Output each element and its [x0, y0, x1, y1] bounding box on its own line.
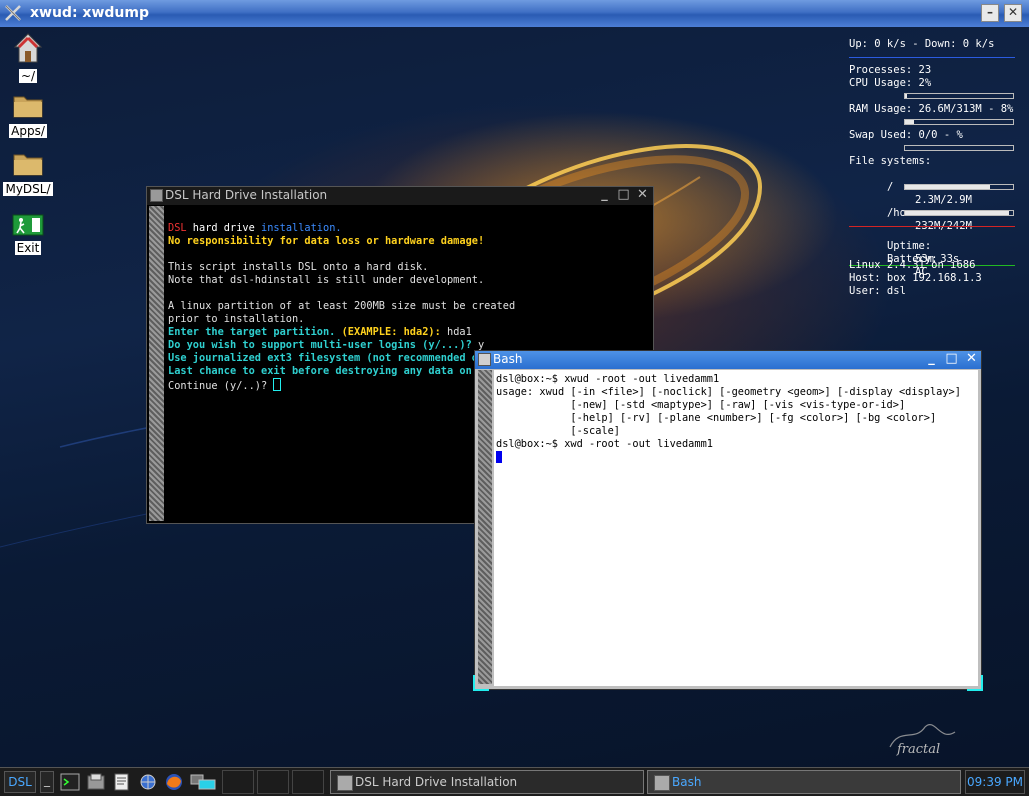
term-line: dsl@box:~$ xwd -root -out livedamm1 — [496, 438, 713, 450]
scrollbar[interactable] — [149, 206, 164, 521]
folder-icon — [13, 154, 43, 176]
fs-header: File systems: — [849, 155, 932, 167]
desktop: ~/ Apps/ MyDSL/ Exit Up: 0 k/s - Down: 0… — [0, 27, 1029, 767]
term-text: Continue (y/..)? — [168, 380, 274, 392]
xwud-title-bar[interactable]: xwud: xwdump – ✕ — [0, 0, 1029, 28]
terminal-icon — [337, 775, 353, 791]
maximize-button[interactable]: □ — [944, 352, 959, 367]
desktop-icon-home[interactable]: ~/ — [3, 32, 53, 83]
desktop-icon-label: Apps/ — [9, 124, 47, 138]
host-info: Host: box 192.168.1.3 — [849, 272, 982, 284]
task-install-window[interactable]: DSL Hard Drive Installation — [330, 770, 644, 794]
text-cursor — [273, 378, 282, 391]
term-text: ): — [428, 326, 448, 338]
term-text: This script installs DSL onto a hard dis… — [168, 261, 429, 273]
processes: Processes: 23 — [849, 64, 932, 76]
term-line: usage: xwud [-in <file>] [-noclick] [-ge… — [496, 386, 961, 398]
terminal-icon — [478, 353, 491, 366]
task-label: Bash — [672, 775, 702, 789]
user-info: User: dsl — [849, 285, 906, 297]
home-icon — [13, 33, 43, 63]
exit-icon — [12, 214, 44, 236]
pager-desktop-3[interactable] — [257, 770, 289, 794]
desktop-icon-label: ~/ — [18, 69, 38, 83]
term-text: Last chance to exit before destroying an… — [168, 365, 485, 377]
term-text: Use journalized ext3 filesystem (not rec… — [168, 352, 485, 364]
fs-root-bar — [904, 184, 1014, 190]
desktop-icon-apps[interactable]: Apps/ — [3, 93, 53, 138]
cpu-bar — [904, 93, 1014, 99]
network-icon[interactable] — [138, 772, 158, 792]
minimize-button[interactable]: – — [981, 4, 999, 22]
terminal-icon — [150, 189, 163, 202]
close-button[interactable]: ✕ — [1004, 4, 1022, 22]
term-line: [-new] [-std <maptype>] [-raw] [-vis <vi… — [496, 399, 906, 411]
bash-terminal[interactable]: dsl@box:~$ xwud -root -out livedamm1 usa… — [494, 370, 978, 686]
wallpaper-signature: fractal — [897, 742, 941, 757]
term-line: [-help] [-rv] [-plane <number>] [-fg <co… — [496, 412, 937, 424]
taskbar: DSL _ DSL Hard Drive Installation Bash 0… — [0, 767, 1029, 796]
close-button[interactable]: ✕ — [964, 352, 979, 367]
bash-window[interactable]: Bash _ □ ✕ dsl@box:~$ xwud -root -out li… — [473, 350, 983, 691]
install-window-title-bar[interactable]: DSL Hard Drive Installation _ □ ✕ — [147, 187, 653, 205]
editor-icon[interactable] — [112, 772, 132, 792]
scrollbar[interactable] — [478, 370, 492, 684]
net-speed: Up: 0 k/s - Down: 0 k/s — [849, 38, 995, 50]
term-text: No responsibility for data loss or hardw… — [168, 235, 485, 247]
term-text: DSL — [168, 222, 187, 234]
ram-bar — [904, 119, 1014, 125]
bash-window-title: Bash — [493, 352, 523, 366]
install-terminal-text: DSL hard drive installation. No responsi… — [168, 222, 515, 393]
terminal-launcher-icon[interactable] — [60, 772, 80, 792]
divider — [849, 57, 1015, 58]
desktop-icon-label: Exit — [14, 241, 42, 255]
minimize-all-button[interactable]: _ — [40, 771, 54, 793]
terminal-icon — [654, 775, 670, 791]
x-logo-icon — [5, 5, 21, 21]
install-window-title: DSL Hard Drive Installation — [165, 188, 328, 202]
resize-handle[interactable] — [473, 675, 489, 691]
term-text: prior to installation. — [168, 313, 305, 325]
workspace-pager-icon[interactable] — [190, 772, 218, 792]
text-cursor — [496, 451, 502, 463]
cpu-usage: CPU Usage: 2% — [849, 77, 932, 89]
file-manager-icon[interactable] — [86, 772, 106, 792]
minimize-button[interactable]: _ — [597, 188, 612, 203]
term-line: dsl@box:~$ xwud -root -out livedamm1 — [496, 373, 720, 385]
term-text: Enter the target partition. — [168, 326, 342, 338]
xwud-window-title: xwud: xwdump — [30, 5, 149, 21]
term-text: Note that dsl-hdinstall is still under d… — [168, 274, 485, 286]
clock[interactable]: 09:39 PM — [965, 770, 1025, 794]
pager-desktop-2[interactable] — [222, 770, 254, 794]
fs-home-bar — [904, 210, 1014, 216]
term-text: hda1 — [447, 326, 472, 338]
term-text: Do you wish to support multi-user logins… — [168, 339, 478, 351]
bash-window-title-bar[interactable]: Bash _ □ ✕ — [475, 351, 981, 369]
desktop-icon-label: MyDSL/ — [3, 182, 53, 196]
minimize-button[interactable]: _ — [924, 352, 939, 367]
term-text: hard drive — [186, 222, 262, 234]
desktop-icon-mydsl[interactable]: MyDSL/ — [3, 151, 53, 196]
term-line: [-scale] — [496, 425, 620, 437]
term-text: installation. — [261, 222, 342, 234]
maximize-button[interactable]: □ — [616, 188, 631, 203]
swap-bar — [904, 145, 1014, 151]
firefox-icon[interactable] — [164, 772, 184, 792]
pager-desktop-4[interactable] — [292, 770, 324, 794]
resize-handle[interactable] — [967, 675, 983, 691]
term-text: hda2 — [403, 326, 429, 338]
term-text: (EXAMPLE: — [341, 326, 404, 338]
folder-icon — [13, 96, 43, 118]
term-text: A linux partition of at least 200MB size… — [168, 300, 516, 312]
desktop-icon-exit[interactable]: Exit — [3, 214, 53, 255]
kernel-info: Linux 2.4.31 on i686 — [849, 259, 976, 271]
swap-usage: Swap Used: 0/0 - % — [849, 129, 963, 141]
close-button[interactable]: ✕ — [635, 188, 650, 203]
bash-output: dsl@box:~$ xwud -root -out livedamm1 usa… — [496, 373, 961, 467]
start-button[interactable]: DSL — [4, 771, 36, 793]
task-bash[interactable]: Bash — [647, 770, 961, 794]
ram-usage: RAM Usage: 26.6M/313M - 8% — [849, 103, 1014, 115]
system-monitor: Up: 0 k/s - Down: 0 k/s Processes: 23 CP… — [849, 38, 1015, 298]
task-label: DSL Hard Drive Installation — [355, 775, 518, 789]
